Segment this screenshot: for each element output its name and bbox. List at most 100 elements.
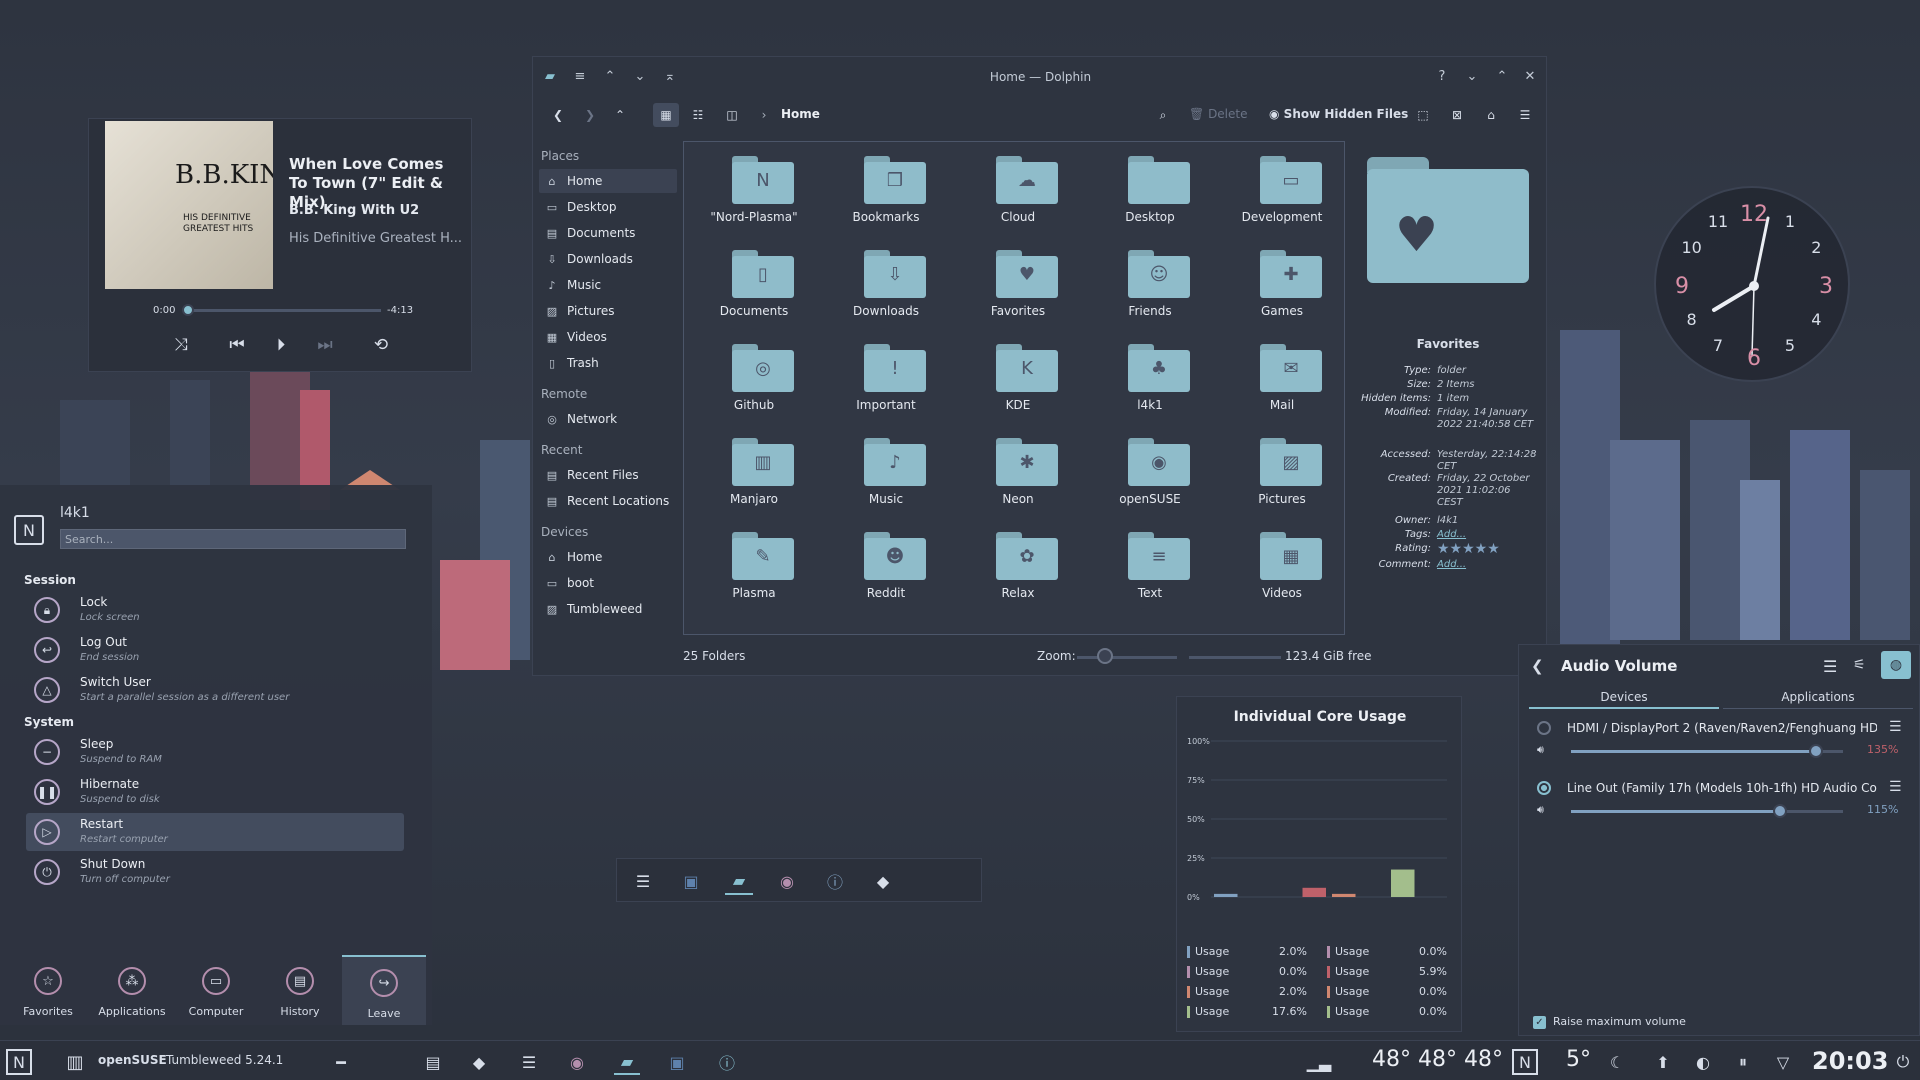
lock-item[interactable]: 🔒︎ Lock Lock screen [26, 591, 404, 629]
places-item[interactable]: ◎ Network [539, 407, 677, 431]
folder-item[interactable]: K KDE [956, 334, 1080, 424]
window-titlebar[interactable]: ▰ ≡ ⌃ ⌄ ⌅ Home — Dolphin ? ⌄ ⌃ ✕ [533, 57, 1548, 93]
places-item[interactable]: ▨ Pictures [539, 299, 677, 323]
places-item[interactable]: ⇩ Downloads [539, 247, 677, 271]
volume-handle[interactable] [1772, 804, 1787, 818]
places-item[interactable]: ▤ Documents [539, 221, 677, 245]
deselect-icon[interactable]: ⊠ [1445, 103, 1469, 127]
folder-item[interactable]: ▭ Development [1220, 146, 1344, 236]
opensuse-logo-icon[interactable]: N [1512, 1049, 1538, 1075]
icon-view-icon[interactable]: ▦ [653, 103, 679, 127]
places-item[interactable]: ▤ Recent Locations [539, 489, 677, 513]
speaker-icon[interactable]: 🔊︎ [1537, 803, 1544, 817]
home-icon[interactable]: ⌂ [1479, 103, 1503, 127]
folder-item[interactable]: ◎ Github [692, 334, 816, 424]
digital-clock[interactable]: 20:03 [1812, 1047, 1888, 1075]
folder-item[interactable]: ✱ Neon [956, 428, 1080, 518]
folder-item[interactable]: ♥ Favorites [956, 240, 1080, 330]
folder-item[interactable]: ⇩ Downloads [824, 240, 948, 330]
tab-favorites[interactable]: ☆ Favorites [6, 955, 90, 1025]
folder-item[interactable]: ☺ Friends [1088, 240, 1212, 330]
sleep-item[interactable]: − Sleep Suspend to RAM [26, 733, 404, 771]
raise-volume-checkbox[interactable]: ✓ [1533, 1016, 1546, 1029]
system-settings-icon[interactable]: ☰ [516, 1049, 542, 1075]
store-icon[interactable]: ▣ [677, 867, 705, 895]
search-icon[interactable]: ⌕ [1151, 103, 1175, 127]
places-item[interactable]: ▭ Desktop [539, 195, 677, 219]
close-icon[interactable]: ✕ [1519, 65, 1541, 87]
up-icon[interactable]: ⌃ [609, 103, 631, 127]
select-icon[interactable]: ⬚ [1411, 103, 1435, 127]
shuffle-icon[interactable]: ⤨ [167, 331, 195, 359]
folder-item[interactable]: ▨ Pictures [1220, 428, 1344, 518]
pause-icon[interactable]: ⏸ [1730, 1049, 1756, 1075]
shutdown-item[interactable]: ⏻ Shut Down Turn off computer [26, 853, 404, 891]
night-icon[interactable]: ☾ [1604, 1049, 1630, 1075]
compact-view-icon[interactable]: ☷ [685, 103, 711, 127]
folder-item[interactable]: ☻ Reddit [824, 522, 948, 612]
places-item[interactable]: ♪ Music [539, 273, 677, 297]
firefox-icon[interactable]: ◉ [773, 867, 801, 895]
tab-computer[interactable]: ▭ Computer [174, 955, 258, 1025]
places-item[interactable]: ▤ Recent Files [539, 463, 677, 487]
file-manager-icon[interactable]: ▰ [725, 867, 753, 895]
tab-devices[interactable]: Devices [1529, 685, 1719, 709]
previous-icon[interactable]: ⏮ [223, 331, 251, 359]
hamburger-menu-icon[interactable]: ☰ [1513, 103, 1537, 127]
repeat-icon[interactable]: ⟲ [367, 331, 395, 359]
volume-slider-icon[interactable]: ━ [328, 1049, 354, 1075]
help-icon[interactable]: ? [1431, 65, 1453, 87]
tab-leave[interactable]: ↪ Leave [342, 955, 426, 1025]
places-item[interactable]: ▦ Videos [539, 325, 677, 349]
zoom-handle[interactable] [1097, 648, 1113, 664]
info-center-icon[interactable]: ⓘ [714, 1049, 740, 1075]
device-menu-icon[interactable]: ☰ [1889, 719, 1902, 735]
folder-item[interactable]: ✎ Plasma [692, 522, 816, 612]
switch-user-item[interactable]: △ Switch User Start a parallel session as … [26, 671, 404, 709]
device-default-radio[interactable] [1537, 721, 1551, 735]
folder-item[interactable]: ✉ Mail [1220, 334, 1344, 424]
split-view-icon[interactable]: ◫ [719, 103, 745, 127]
folder-item[interactable]: N "Nord-Plasma" [692, 146, 816, 236]
inkscape-icon[interactable]: ◆ [869, 867, 897, 895]
folder-item[interactable]: ♣ l4k1 [1088, 334, 1212, 424]
store-icon[interactable]: ▣ [664, 1049, 690, 1075]
back-icon[interactable]: ❮ [547, 103, 569, 127]
menu-icon[interactable]: ☰ [1823, 657, 1837, 676]
pin-icon[interactable]: ◍ [1881, 651, 1911, 679]
places-item[interactable]: ▨ Tumbleweed [539, 597, 677, 621]
speaker-icon[interactable]: 🔊︎ [1537, 743, 1544, 757]
folder-item[interactable]: ! Important [824, 334, 948, 424]
audio-icon[interactable]: ◐ [1690, 1049, 1716, 1075]
power-icon[interactable]: ⏻ [1890, 1049, 1916, 1075]
restart-item[interactable]: ▷ Restart Restart computer [26, 813, 404, 851]
places-item[interactable]: ⌂ Home [539, 169, 677, 193]
firefox-icon[interactable]: ◉ [564, 1049, 590, 1075]
next-icon[interactable]: ⏭ [311, 331, 339, 359]
folder-item[interactable]: Desktop [1088, 146, 1212, 236]
places-item[interactable]: ⌂ Home [539, 545, 677, 569]
tab-applications[interactable]: Applications [1723, 685, 1913, 709]
minimize-icon[interactable]: ⌄ [1461, 65, 1483, 87]
device-default-radio[interactable] [1537, 781, 1551, 795]
tab-history[interactable]: ▤ History [258, 955, 342, 1025]
show-hidden-button[interactable]: ◉ Show Hidden Files [1269, 103, 1408, 127]
network-icon[interactable]: ▽ [1770, 1049, 1796, 1075]
folder-item[interactable]: ◉ openSUSE [1088, 428, 1212, 518]
forward-icon[interactable]: ❯ [579, 103, 601, 127]
hibernate-item[interactable]: ❚❚ Hibernate Suspend to disk [26, 773, 404, 811]
maximize-icon[interactable]: ⌃ [1491, 65, 1513, 87]
places-item[interactable]: ▯ Trash [539, 351, 677, 375]
folder-item[interactable]: ✚ Games [1220, 240, 1344, 330]
folder-item[interactable]: ✿ Relax [956, 522, 1080, 612]
delete-button[interactable]: 🗑︎ Delete [1189, 103, 1248, 127]
tab-applications[interactable]: ⁂ Applications [90, 955, 174, 1025]
folder-item[interactable]: ☁ Cloud [956, 146, 1080, 236]
device-menu-icon[interactable]: ☰ [1889, 779, 1902, 795]
breadcrumb[interactable]: Home [781, 107, 820, 121]
folder-item[interactable]: ▦ Videos [1220, 522, 1344, 612]
seek-bar[interactable] [185, 309, 381, 312]
folder-item[interactable]: ▥ Manjaro [692, 428, 816, 518]
app-launcher-icon[interactable]: N [6, 1049, 32, 1075]
pager-icon[interactable]: ▥ [62, 1049, 88, 1075]
